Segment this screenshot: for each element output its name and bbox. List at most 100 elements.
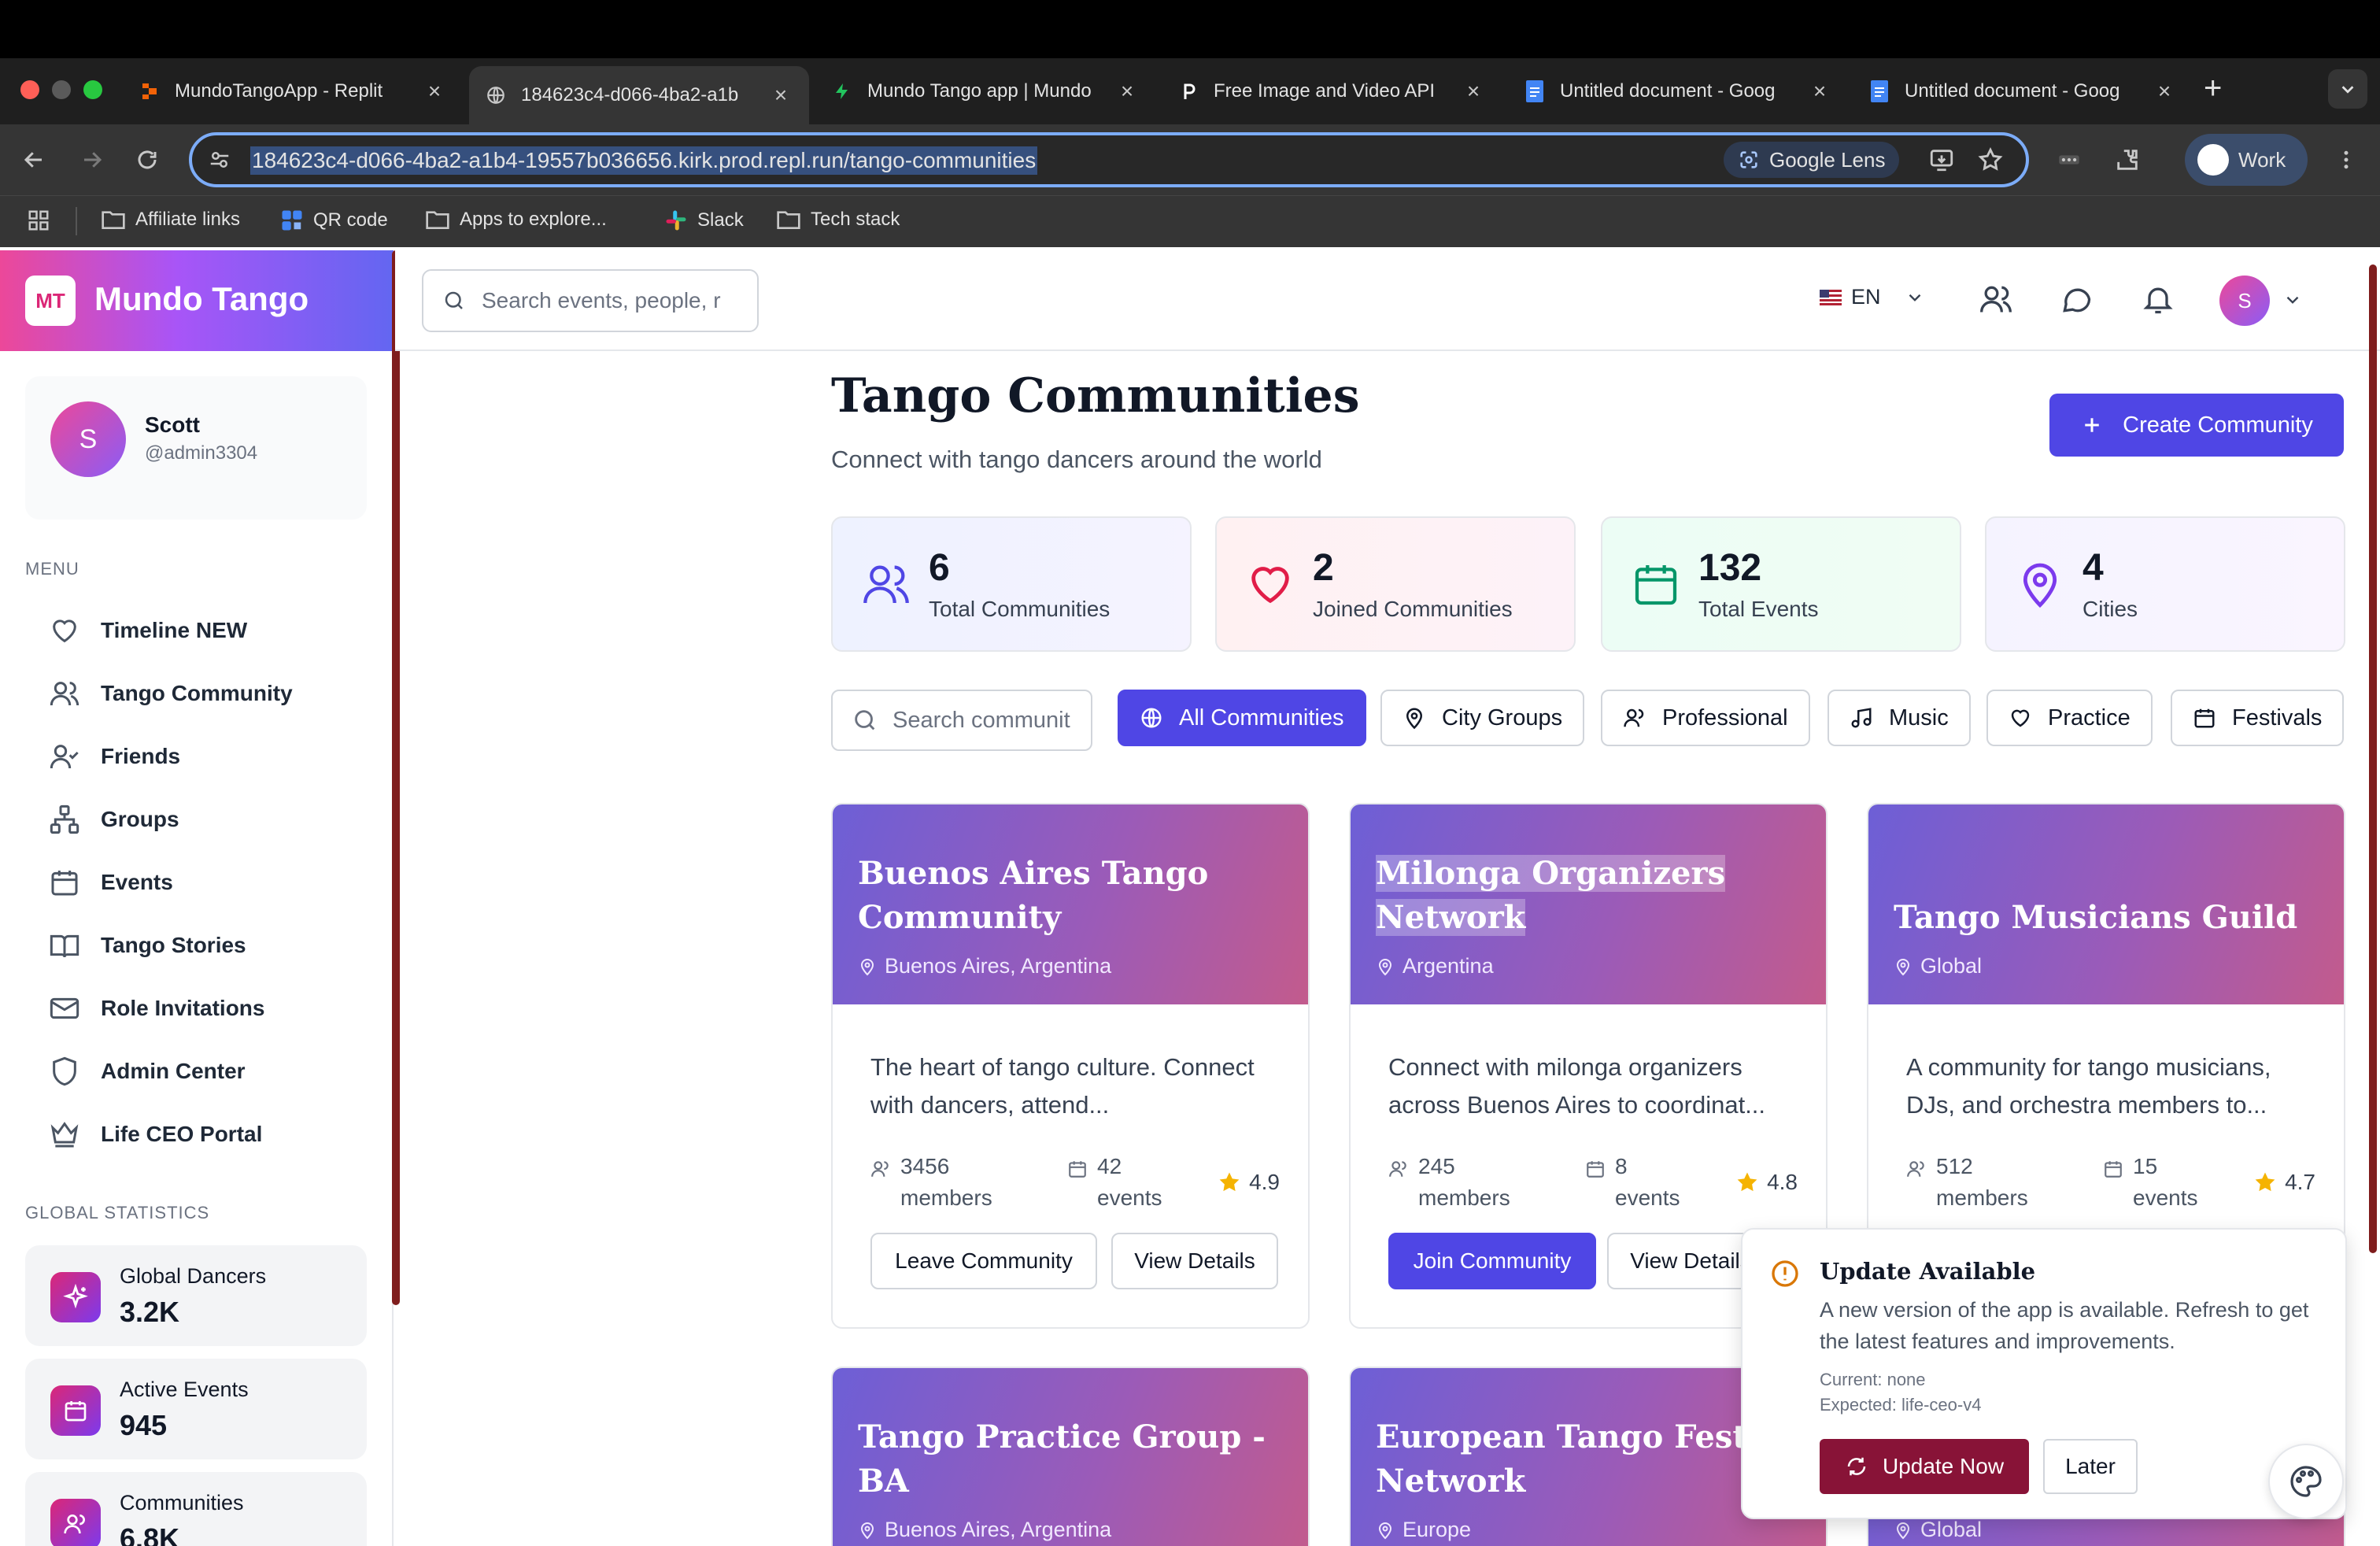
app-name: Mundo Tango bbox=[94, 280, 309, 317]
bookmark-star-icon[interactable] bbox=[1977, 146, 2004, 173]
site-settings-icon[interactable] bbox=[208, 148, 231, 172]
view-details-button[interactable]: View Details bbox=[1111, 1233, 1278, 1289]
map-pin-icon bbox=[1378, 1522, 1392, 1539]
bookmark-link[interactable]: QR code bbox=[280, 209, 388, 232]
sidebar-item-tango-community[interactable]: Tango Community bbox=[25, 666, 367, 721]
minimize-window-button[interactable] bbox=[52, 80, 71, 99]
community-card[interactable]: Buenos Aires Tango Community Buenos Aire… bbox=[831, 803, 1310, 1329]
main-scrollbar[interactable] bbox=[2369, 264, 2377, 1253]
chevron-down-icon[interactable] bbox=[2282, 290, 2303, 310]
lens-icon bbox=[1740, 151, 1757, 168]
map-pin-icon bbox=[2023, 563, 2057, 608]
community-search-input[interactable]: Search communit bbox=[831, 690, 1092, 751]
toast-title: Update Available bbox=[1820, 1258, 2036, 1285]
join-community-button[interactable]: Join Community bbox=[1388, 1233, 1596, 1289]
global-stat-card: Active Events 945 bbox=[25, 1359, 367, 1459]
users-icon bbox=[1624, 708, 1644, 727]
extensions-icon[interactable] bbox=[2109, 142, 2145, 178]
language-selector[interactable]: EN bbox=[1820, 285, 1925, 309]
friends-icon[interactable] bbox=[1979, 282, 2013, 316]
browser-tab-active[interactable]: 184623c4-d066-4ba2-a1b × bbox=[469, 66, 809, 124]
alert-circle-icon bbox=[1772, 1260, 1798, 1287]
community-title: Tango Musicians Guild bbox=[1894, 899, 2298, 936]
forward-button[interactable] bbox=[74, 142, 110, 178]
close-tab-icon[interactable]: × bbox=[2152, 79, 2177, 104]
close-window-button[interactable] bbox=[20, 80, 39, 99]
community-rating: 4.7 bbox=[2253, 1167, 2315, 1198]
install-app-icon[interactable] bbox=[1928, 146, 1955, 173]
calendar-icon bbox=[1587, 1161, 1604, 1178]
sidebar-item-events[interactable]: Events bbox=[25, 855, 367, 910]
sidebar-item-friends[interactable]: Friends bbox=[25, 729, 367, 784]
profile-avatar-icon bbox=[2197, 144, 2229, 176]
filter-music[interactable]: Music bbox=[1828, 690, 1971, 746]
maximize-window-button[interactable] bbox=[83, 80, 102, 99]
us-flag-icon bbox=[1820, 289, 1842, 305]
arrow-left-icon bbox=[24, 152, 42, 168]
close-tab-icon[interactable]: × bbox=[768, 83, 793, 108]
pexels-icon bbox=[1177, 80, 1199, 102]
extension-menu-icon[interactable] bbox=[2051, 142, 2087, 178]
browser-menu-icon[interactable] bbox=[2328, 142, 2364, 178]
community-description: Connect with milonga organizers across B… bbox=[1388, 1053, 1766, 1119]
sidebar-item-life-ceo-portal[interactable]: Life CEO Portal bbox=[25, 1107, 367, 1162]
bell-icon[interactable] bbox=[2141, 282, 2175, 316]
community-title: Buenos Aires Tango Community bbox=[858, 855, 1209, 936]
filter-professional[interactable]: Professional bbox=[1601, 690, 1810, 746]
browser-tab[interactable]: Untitled document - Goog × bbox=[1853, 66, 2193, 117]
crown-icon bbox=[50, 1122, 79, 1148]
community-location: Europe bbox=[1376, 1518, 1471, 1542]
filter-city-groups[interactable]: City Groups bbox=[1380, 690, 1585, 746]
reload-button[interactable] bbox=[129, 142, 165, 178]
global-search-input[interactable]: Search events, people, r bbox=[422, 269, 759, 332]
back-button[interactable] bbox=[16, 142, 52, 178]
filter-practice[interactable]: Practice bbox=[1986, 690, 2153, 746]
app-sidebar: MT Mundo Tango S Scott @admin3304 MENU T… bbox=[0, 250, 400, 1546]
theme-palette-button[interactable] bbox=[2268, 1444, 2344, 1519]
browser-tab[interactable]: MundoTangoApp - Replit × bbox=[123, 66, 463, 117]
shield-icon bbox=[53, 1056, 76, 1086]
update-now-button[interactable]: Update Now bbox=[1820, 1439, 2029, 1494]
bookmark-folder[interactable]: Affiliate links bbox=[101, 209, 240, 231]
filter-all-communities[interactable]: All Communities bbox=[1118, 690, 1366, 746]
users-icon bbox=[1907, 1161, 1924, 1177]
sidebar-item-role-invitations[interactable]: Role Invitations bbox=[25, 981, 367, 1036]
community-card[interactable]: Tango Practice Group - BA Buenos Aires, … bbox=[831, 1367, 1310, 1546]
address-bar[interactable]: 184623c4-d066-4ba2-a1b4-19557b036656.kir… bbox=[189, 132, 2029, 187]
google-lens-button[interactable]: Google Lens bbox=[1724, 142, 1900, 178]
filter-festivals[interactable]: Festivals bbox=[2171, 690, 2345, 746]
sidebar-item-admin-center[interactable]: Admin Center bbox=[25, 1044, 367, 1099]
profile-chip[interactable]: Work bbox=[2185, 134, 2308, 186]
community-location: Buenos Aires, Argentina bbox=[858, 1518, 1111, 1542]
close-tab-icon[interactable]: × bbox=[1807, 79, 1832, 104]
app-logo[interactable]: MT bbox=[25, 276, 76, 326]
sidebar-item-timeline[interactable]: Timeline NEW bbox=[25, 603, 367, 658]
new-tab-button[interactable]: + bbox=[2204, 72, 2222, 104]
bookmark-link[interactable]: Slack bbox=[664, 209, 744, 232]
leave-community-button[interactable]: Leave Community bbox=[870, 1233, 1097, 1289]
users-icon bbox=[50, 1499, 101, 1546]
apps-grid-icon[interactable] bbox=[27, 209, 50, 232]
calendar-icon bbox=[51, 871, 78, 896]
create-community-button[interactable]: Create Community bbox=[2049, 394, 2344, 457]
sidebar-scrollbar[interactable] bbox=[392, 250, 400, 1305]
close-tab-icon[interactable]: × bbox=[422, 79, 447, 104]
sidebar-item-groups[interactable]: Groups bbox=[25, 792, 367, 847]
sidebar-item-tango-stories[interactable]: Tango Stories bbox=[25, 918, 367, 973]
user-avatar-button[interactable]: S bbox=[2219, 276, 2270, 326]
later-button[interactable]: Later bbox=[2043, 1439, 2138, 1494]
close-tab-icon[interactable]: × bbox=[1114, 79, 1140, 104]
slack-icon bbox=[666, 210, 686, 231]
book-icon bbox=[50, 934, 79, 958]
url-text[interactable]: 184623c4-d066-4ba2-a1b4-19557b036656.kir… bbox=[250, 146, 1038, 175]
user-profile-card[interactable]: S Scott @admin3304 bbox=[25, 376, 367, 520]
bookmark-folder[interactable]: Apps to explore... bbox=[425, 209, 607, 231]
browser-tab[interactable]: Mundo Tango app | Mundo × bbox=[815, 66, 1155, 117]
browser-tab[interactable]: Free Image and Video API × bbox=[1162, 66, 1502, 117]
browser-tab[interactable]: Untitled document - Goog × bbox=[1508, 66, 1848, 117]
chat-icon[interactable] bbox=[2059, 282, 2094, 316]
map-pin-icon bbox=[1378, 958, 1392, 975]
tab-search-button[interactable] bbox=[2328, 69, 2367, 109]
close-tab-icon[interactable]: × bbox=[1461, 79, 1486, 104]
bookmark-folder[interactable]: Tech stack bbox=[776, 209, 900, 231]
